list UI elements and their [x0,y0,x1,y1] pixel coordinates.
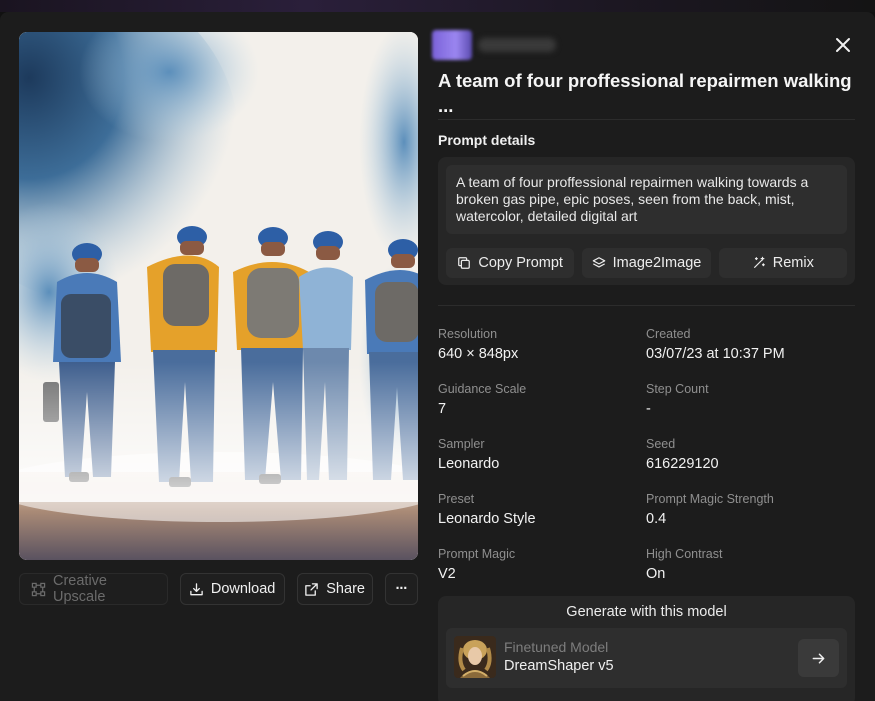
image-metadata-grid: Resolution 640 × 848px Created 03/07/23 … [438,327,855,583]
image-action-bar: Creative Upscale Download Share ··· [19,573,418,605]
meta-sampler: Sampler Leonardo [438,437,646,473]
meta-value: Leonardo Style [438,511,536,527]
image-detail-modal: Creative Upscale Download Share ··· A te… [0,12,875,701]
share-button[interactable]: Share [296,573,373,605]
meta-value: On [646,566,666,582]
meta-preset: Preset Leonardo Style [438,492,646,528]
meta-resolution: Resolution 640 × 848px [438,327,646,363]
top-backdrop-strip [0,0,875,12]
model-row[interactable]: Finetuned Model DreamShaper v5 [446,628,847,688]
external-link-icon [305,582,319,596]
meta-label: Preset [438,492,475,506]
meta-value: Leonardo [438,456,500,472]
more-options-icon: ··· [395,581,408,597]
meta-seed: Seed 616229120 [646,437,855,473]
details-divider [438,305,855,306]
image2image-label: Image2Image [612,255,702,271]
model-name: DreamShaper v5 [504,658,614,674]
prompt-text: A team of four proffessional repairmen w… [446,165,847,234]
layers-icon [592,257,605,268]
meta-value: V2 [438,566,456,582]
meta-label: Created [646,327,691,341]
download-button[interactable]: Download [179,573,285,605]
creative-upscale-label: Creative Upscale [53,573,107,605]
prompt-card: A team of four proffessional repairmen w… [438,157,855,285]
copy-prompt-button[interactable]: Copy Prompt [446,248,575,278]
use-model-button[interactable] [798,639,839,677]
close-button[interactable] [832,34,854,56]
arrow-right-icon [812,653,825,663]
meta-label: Seed [646,437,676,451]
meta-label: Guidance Scale [438,382,527,396]
upscale-grid-icon [31,582,46,596]
meta-high-contrast: High Contrast On [646,547,855,583]
model-thumbnail-art [454,636,496,678]
meta-label: Prompt Magic [438,547,516,561]
title-divider [438,119,855,120]
generated-image-artwork [19,32,418,560]
meta-label: Sampler [438,437,485,451]
download-icon [190,582,203,595]
generate-with-model-card: Generate with this model Finetuned Model… [438,596,855,701]
meta-prompt-magic-strength: Prompt Magic Strength 0.4 [646,492,855,528]
meta-label: Prompt Magic Strength [646,492,774,506]
copy-icon [458,257,471,269]
meta-guidance-scale: Guidance Scale 7 [438,382,646,418]
meta-value: - [646,401,651,417]
magic-wand-icon [753,256,765,268]
meta-value: 7 [438,401,447,417]
generate-with-model-heading: Generate with this model [566,604,727,620]
meta-label: Resolution [438,327,498,341]
more-options-button[interactable]: ··· [384,573,418,605]
remix-label: Remix [772,255,814,271]
meta-value: 616229120 [646,456,719,472]
meta-label: Step Count [646,382,709,396]
model-type-label: Finetuned Model [504,639,609,655]
close-icon [836,38,850,52]
meta-value: 0.4 [646,511,667,527]
prompt-details-heading: Prompt details [438,132,536,148]
meta-step-count: Step Count - [646,382,855,418]
meta-created: Created 03/07/23 at 10:37 PM [646,327,855,363]
meta-label: High Contrast [646,547,723,561]
creative-upscale-button[interactable]: Creative Upscale [19,573,168,605]
download-label: Download [210,581,276,597]
remix-button[interactable]: Remix [718,248,847,278]
meta-value: 640 × 848px [438,346,519,362]
share-label: Share [326,581,365,597]
creator-info[interactable] [432,30,556,60]
creator-avatar [432,30,472,60]
prompt-actions: Copy Prompt Image2Image Remix [446,248,847,278]
copy-prompt-label: Copy Prompt [478,255,563,271]
image-title: A team of four proffessional repairmen w… [438,70,852,116]
creator-username-blurred [478,38,556,52]
meta-value: 03/07/23 at 10:37 PM [646,346,785,362]
generated-image[interactable] [19,32,418,560]
image2image-button[interactable]: Image2Image [582,248,711,278]
model-thumbnail [454,636,496,678]
meta-prompt-magic: Prompt Magic V2 [438,547,646,583]
